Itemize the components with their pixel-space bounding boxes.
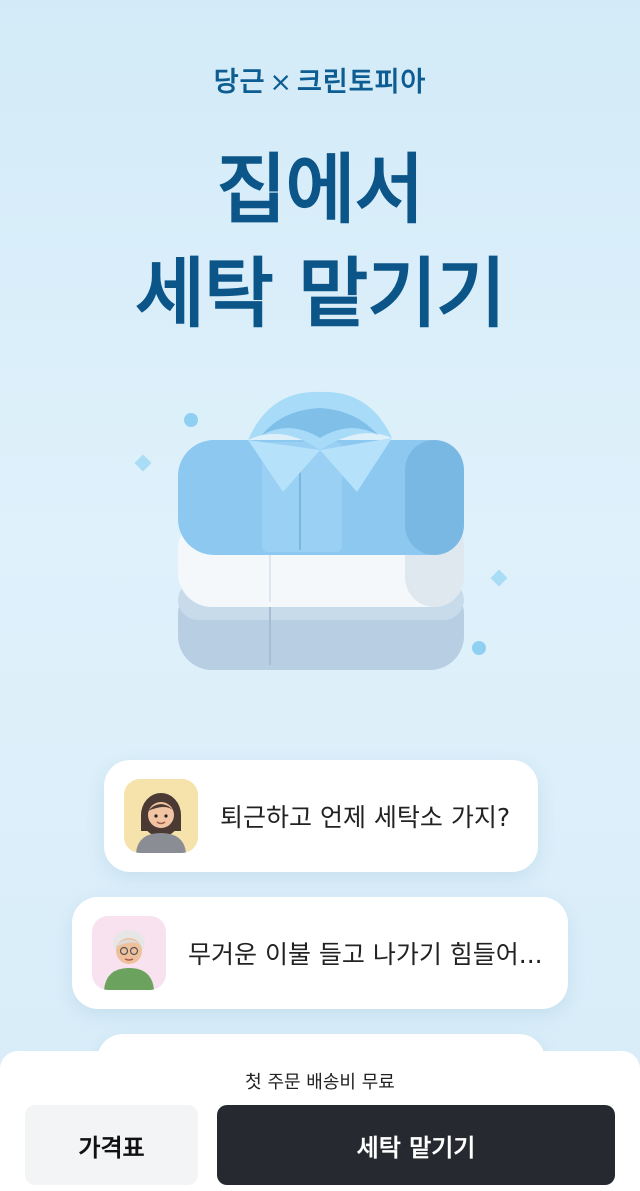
testimonial-text-2: 무거운 이불 들고 나가기 힘들어... (188, 940, 543, 969)
testimonial-text-1: 퇴근하고 언제 세탁소 가지? (220, 803, 511, 832)
headline-line2: 세탁 맡기기 (134, 249, 506, 338)
bottom-action-bar: 첫 주문 배송비 무료 가격표 세탁 맡기기 (0, 1051, 640, 1191)
price-list-button[interactable]: 가격표 (25, 1105, 198, 1185)
laundry-order-button[interactable]: 세탁 맡기기 (217, 1105, 615, 1185)
brand-subtitle: 당근 × 크린토피아 (0, 60, 640, 99)
folded-shirts-icon (0, 380, 640, 700)
testimonial-card-2: 무거운 이불 들고 나가기 힘들어... (72, 897, 568, 1009)
headline-line1: 집에서 (216, 145, 425, 234)
brand-right: 크린토피아 (297, 67, 427, 98)
brand-cross: × (269, 67, 294, 98)
grandma-avatar-icon (92, 916, 166, 990)
testimonial-card-1: 퇴근하고 언제 세탁소 가지? (104, 760, 538, 872)
free-delivery-notice: 첫 주문 배송비 무료 (245, 1072, 395, 1093)
brand-left: 당근 (213, 67, 266, 98)
woman-avatar-icon (124, 779, 198, 853)
